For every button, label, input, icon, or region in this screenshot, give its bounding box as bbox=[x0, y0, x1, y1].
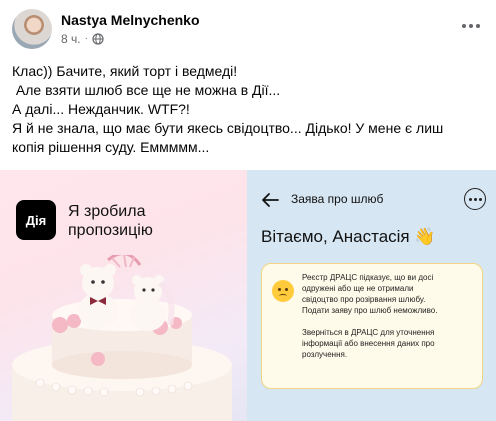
meta-separator: · bbox=[84, 33, 88, 44]
promo-heading: Я зробила пропозицію bbox=[68, 202, 153, 240]
post-text-line: Я й не знала, що має бути якесь свідоцтв… bbox=[12, 120, 444, 136]
post-image[interactable]: Дія Я зробила пропозицію Заява про шлюб … bbox=[0, 170, 496, 421]
post-text: Клас)) Бачите, який торт і ведмеді! Але … bbox=[12, 62, 488, 157]
author-name[interactable]: Nastya Melnychenko bbox=[61, 12, 200, 28]
post-meta: 8 ч. · bbox=[61, 32, 104, 46]
message-line: інформації або внесення даних про bbox=[302, 339, 435, 348]
sad-face-icon bbox=[272, 280, 294, 302]
post-text-line: Клас)) Бачите, який торт і ведмеді! bbox=[12, 63, 238, 79]
avatar[interactable] bbox=[12, 9, 52, 49]
promo-line: пропозицію bbox=[68, 222, 153, 239]
promo-panel: Дія Я зробила пропозицію bbox=[0, 170, 247, 421]
warning-card: Реєстр ДРАЦС підказує, що ви досі одруже… bbox=[261, 263, 483, 389]
message-line: Реєстр ДРАЦС підказує, що ви досі bbox=[302, 273, 434, 282]
message-line: розлучення. bbox=[302, 350, 348, 359]
message-line: одружені або ще не отримали bbox=[302, 284, 414, 293]
post-text-line: копія рішення суду. Еммммм... bbox=[12, 139, 210, 155]
warning-message: Реєстр ДРАЦС підказує, що ви досі одруже… bbox=[302, 272, 478, 360]
message-line: Подати заяву про шлюб неможливо. bbox=[302, 306, 438, 315]
post-text-line: А далі... Нежданчик. WTF?! bbox=[12, 101, 190, 117]
message-line: Зверніться в ДРАЦС для уточнення bbox=[302, 328, 435, 337]
post-header: Nastya Melnychenko 8 ч. · bbox=[0, 0, 496, 56]
post-time[interactable]: 8 ч. bbox=[61, 32, 81, 46]
message-line: свідоцтво про розірвання шлюбу. bbox=[302, 295, 426, 304]
cake-illustration bbox=[12, 255, 232, 421]
globe-icon[interactable] bbox=[92, 33, 104, 45]
greeting: Вітаємо, Анастасія 👋 bbox=[261, 227, 436, 246]
app-screenshot: Заява про шлюб Вітаємо, Анастасія 👋 Реєс… bbox=[247, 170, 496, 421]
more-options-icon[interactable] bbox=[464, 188, 486, 210]
app-screen-title: Заява про шлюб bbox=[291, 192, 384, 206]
post-text-line: Але взяти шлюб все ще не можна в Дії... bbox=[12, 82, 281, 98]
promo-line: Я зробила bbox=[68, 203, 146, 220]
more-options-icon[interactable] bbox=[458, 16, 484, 36]
back-arrow-icon[interactable] bbox=[261, 192, 279, 208]
diia-logo: Дія bbox=[16, 200, 56, 240]
